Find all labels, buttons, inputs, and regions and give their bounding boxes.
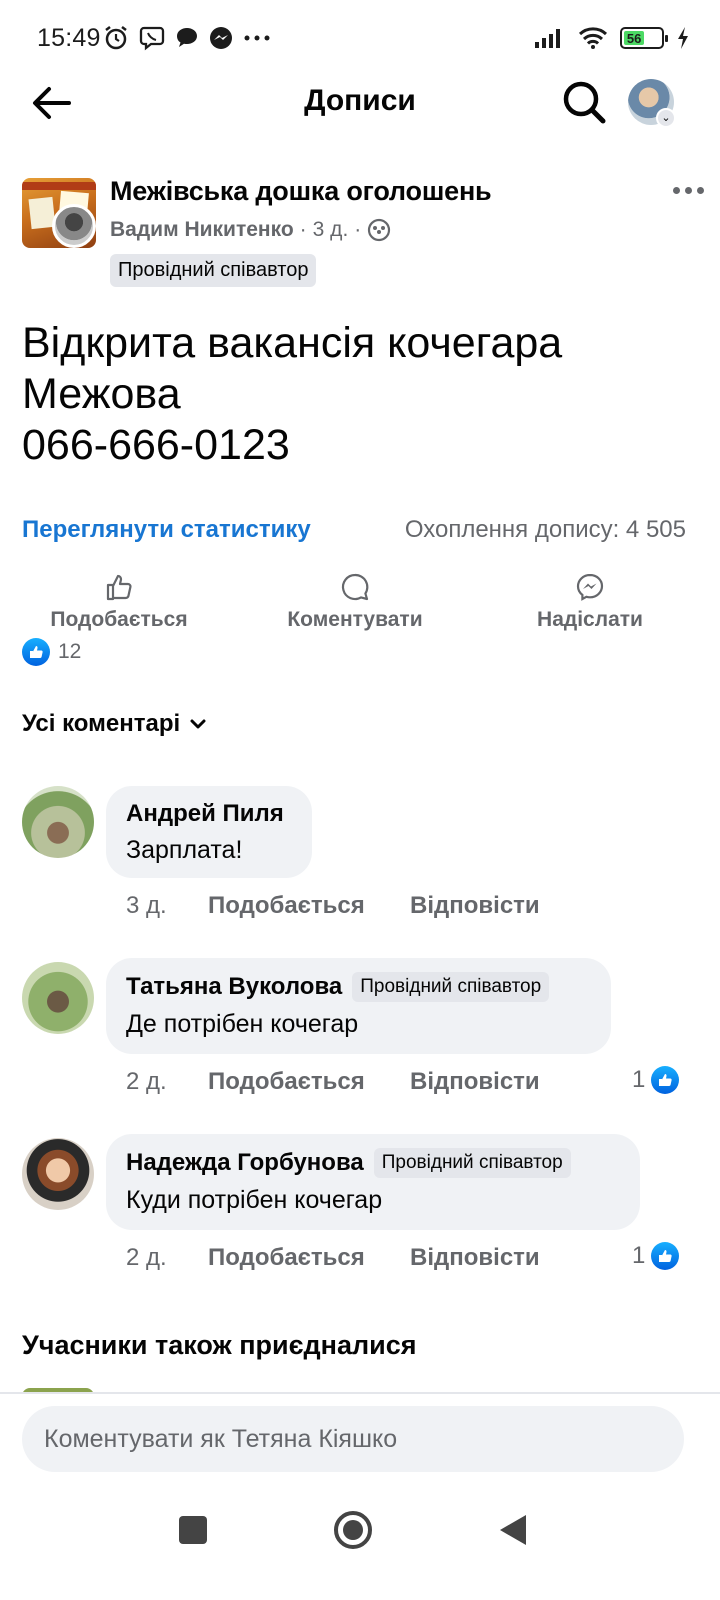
- comment-composer: [0, 1392, 720, 1494]
- comment-author-row: Татьяна Вуколова Провідний співавтор: [126, 972, 591, 1002]
- comment-reply-button[interactable]: Відповісти: [410, 1068, 540, 1096]
- comment-author[interactable]: Татьяна Вуколова: [126, 973, 342, 1001]
- post-reach: Охоплення допису: 4 505: [404, 516, 686, 543]
- comment-reactions[interactable]: 1: [632, 1066, 680, 1094]
- reactions-summary[interactable]: 12: [22, 638, 81, 666]
- comment-button[interactable]: Коментувати: [280, 572, 430, 632]
- view-stats-link[interactable]: Переглянути статистику: [22, 516, 311, 544]
- chevron-down-icon: [190, 719, 206, 729]
- comment-time[interactable]: 2 д.: [126, 1244, 208, 1272]
- charging-icon: [678, 27, 688, 49]
- group-avatar-stripe: [22, 182, 96, 190]
- like-button-label: Подобається: [50, 608, 188, 631]
- comment-actions: 3 д. Подобається Відповісти: [126, 892, 540, 920]
- home-circle-icon: [334, 1511, 372, 1549]
- group-name[interactable]: Межівська дошка оголошень: [110, 176, 492, 207]
- viber-icon: [139, 26, 165, 51]
- comment-bubble: Татьяна Вуколова Провідний співавтор Де …: [106, 958, 611, 1054]
- contributor-badge: Провідний співавтор: [352, 972, 550, 1002]
- post-author[interactable]: Вадим Никитенко: [110, 218, 294, 242]
- contributor-badge: Провідний співавтор: [110, 254, 317, 287]
- square-icon: [179, 1516, 207, 1544]
- comment-button-label: Коментувати: [287, 608, 423, 631]
- comment-like-button[interactable]: Подобається: [208, 1244, 410, 1272]
- comment-reaction-count: 1: [632, 1066, 646, 1093]
- post-text-line[interactable]: 066-666-0123: [22, 420, 562, 471]
- post-text-line: Межова: [22, 370, 181, 418]
- search-icon: [563, 81, 606, 124]
- more-dots-icon: [244, 35, 270, 41]
- commenter-avatar[interactable]: [22, 786, 94, 858]
- commenter-avatar[interactable]: [22, 1138, 94, 1210]
- also-joined-heading: Учасники також приєдналися: [22, 1330, 417, 1360]
- app-header: Дописи ⌄: [0, 70, 720, 134]
- comment-bubble: Надежда Горбунова Провідний співавтор Ку…: [106, 1134, 640, 1230]
- comment-reply-button[interactable]: Відповісти: [410, 1244, 540, 1272]
- more-dot: [672, 186, 680, 194]
- comment-author-row: Надежда Горбунова Провідний співавтор: [126, 1148, 620, 1178]
- more-dot: [696, 186, 704, 194]
- meta-separator: ·: [299, 218, 307, 241]
- comment-author-row: Андрей Пиля: [126, 800, 292, 828]
- comment-reply-button[interactable]: Відповісти: [410, 892, 540, 920]
- send-button[interactable]: Надіслати: [530, 572, 650, 632]
- comment-input[interactable]: [22, 1406, 684, 1472]
- messenger-icon: [576, 573, 604, 601]
- comment-like-button[interactable]: Подобається: [208, 892, 410, 920]
- post-time[interactable]: 3 д.: [313, 218, 349, 242]
- author-avatar[interactable]: [52, 204, 96, 248]
- like-reaction-icon: [651, 1242, 680, 1270]
- post-text: Відкрита вакансія кочегара Межова 066-66…: [22, 318, 562, 471]
- comment-reaction-count: 1: [632, 1242, 646, 1269]
- triangle-back-icon: [500, 1515, 526, 1545]
- comment-like-button[interactable]: Подобається: [208, 1068, 410, 1096]
- chat-icon: [177, 28, 197, 47]
- notification-icons: [102, 24, 272, 52]
- status-bar: 15:49 56: [0, 0, 720, 76]
- comment-text: Зарплата!: [126, 836, 243, 864]
- post-text-line: Відкрита вакансія кочегара: [22, 319, 563, 367]
- wifi-icon: [578, 27, 608, 49]
- comment-actions: 2 д. Подобається Відповісти: [126, 1068, 540, 1096]
- like-reaction-icon: [22, 638, 50, 666]
- comments-filter-label: Усі коментарі: [22, 710, 181, 737]
- recent-apps-button[interactable]: [163, 1500, 223, 1560]
- messenger-icon: [210, 27, 232, 49]
- battery-level: 56: [624, 31, 645, 45]
- group-privacy-icon: [368, 218, 391, 242]
- meta-separator: ·: [354, 218, 362, 241]
- more-dot: [684, 186, 692, 194]
- comment-time[interactable]: 2 д.: [126, 1068, 208, 1096]
- system-nav-bar: [0, 1494, 720, 1600]
- status-time: 15:49: [37, 24, 101, 52]
- signal-icon: [535, 29, 560, 48]
- send-button-label: Надіслати: [537, 608, 643, 631]
- battery-icon: 56: [620, 27, 668, 49]
- comment-actions: 2 д. Подобається Відповісти: [126, 1244, 540, 1272]
- contributor-badge: Провідний співавтор: [373, 1148, 571, 1178]
- comment-reactions[interactable]: 1: [632, 1242, 680, 1270]
- like-reaction-icon: [651, 1066, 680, 1094]
- commenter-avatar[interactable]: [22, 962, 94, 1034]
- chevron-down-icon[interactable]: ⌄: [656, 108, 676, 128]
- reaction-count: 12: [58, 640, 82, 663]
- comment-text: Куди потрібен кочегар: [126, 1186, 383, 1214]
- comment-author[interactable]: Надежда Горбунова: [126, 1149, 364, 1177]
- post-meta: Вадим Никитенко · 3 д. ·: [110, 218, 391, 242]
- like-button[interactable]: Подобається: [44, 572, 194, 632]
- nav-back-button[interactable]: [483, 1500, 543, 1560]
- comment-author[interactable]: Андрей Пиля: [126, 800, 284, 828]
- alarm-icon: [105, 26, 127, 50]
- search-button[interactable]: [560, 78, 608, 126]
- comment-bubble: Андрей Пиля Зарплата!: [106, 786, 312, 878]
- comment-text: Де потрібен кочегар: [126, 1010, 359, 1038]
- system-icons: 56: [534, 26, 690, 50]
- page-title: Дописи: [304, 84, 416, 117]
- comment-icon: [341, 573, 369, 601]
- comments-filter[interactable]: Усі коментарі: [22, 710, 206, 738]
- comment-time[interactable]: 3 д.: [126, 892, 208, 920]
- more-options-button[interactable]: [668, 178, 708, 202]
- home-button[interactable]: [323, 1500, 383, 1560]
- thumbs-up-icon: [106, 574, 132, 601]
